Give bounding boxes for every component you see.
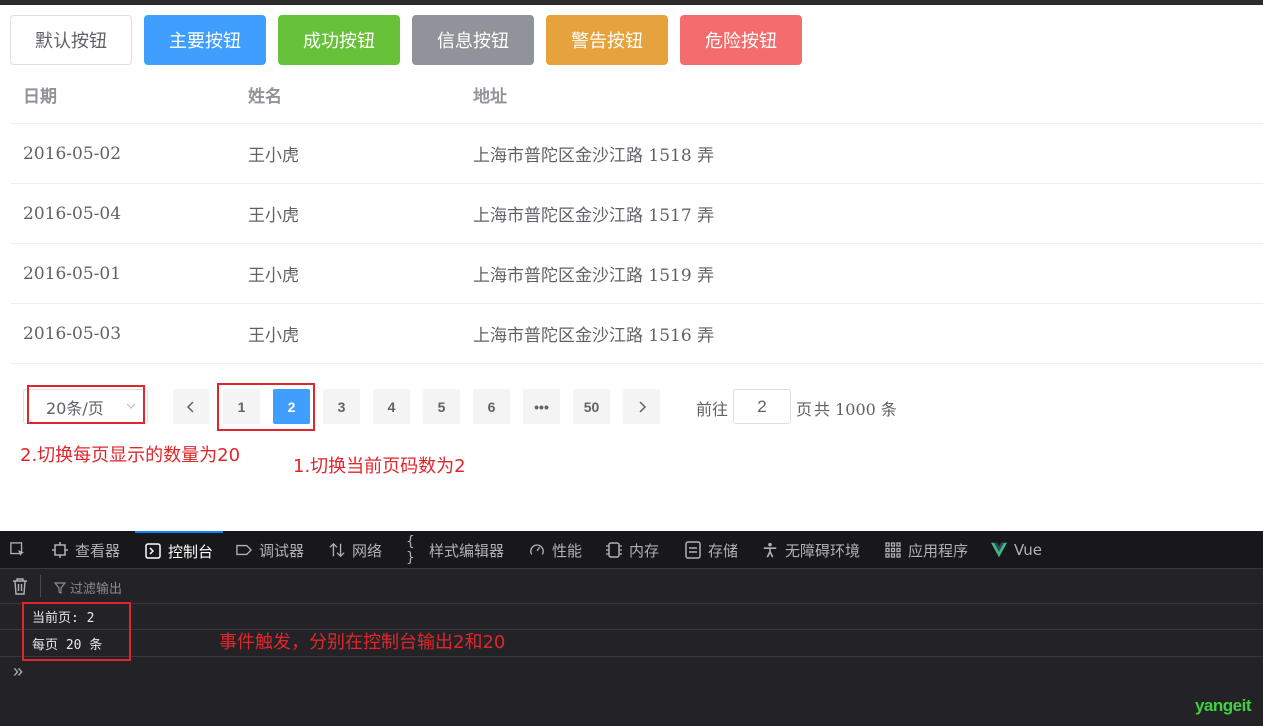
console-prompt[interactable]: » [13,661,23,682]
devtools-tabbar: 查看器 控制台 调试器 网络 { } 样式编辑器 性能 内存 存储 无障碍环境 … [0,531,1263,569]
filter-input[interactable]: 过滤输出 [53,578,123,597]
warning-button[interactable]: 警告按钮 [546,15,668,65]
annotation-box-current-page [217,383,315,431]
annotation-current-page: 1.切换当前页码数为2 [293,456,466,477]
page-number[interactable]: 3 [323,389,360,424]
tab-label: Vue [1014,541,1042,559]
header-address: 地址 [473,86,507,107]
table-row[interactable]: 2016-05-03 王小虎 上海市普陀区金沙江路 1516 弄 [10,304,1263,364]
gauge-icon [529,542,545,558]
console-icon [145,543,161,559]
network-icon [329,542,345,558]
cell-date: 2016-05-03 [23,323,122,344]
memory-icon [606,542,622,558]
tab-label: 无障碍环境 [785,541,861,560]
next-page-button[interactable] [623,389,660,424]
info-button[interactable]: 信息按钮 [412,15,534,65]
tab-label: 内存 [629,541,660,560]
accessibility-icon [762,542,778,558]
tab-accessibility[interactable]: 无障碍环境 [762,531,860,569]
tab-console[interactable]: 控制台 [135,531,224,569]
success-button[interactable]: 成功按钮 [278,15,400,65]
table-row[interactable]: 2016-05-04 王小虎 上海市普陀区金沙江路 1517 弄 [10,184,1263,244]
primary-button[interactable]: 主要按钮 [144,15,266,65]
devtools-panel: 查看器 控制台 调试器 网络 { } 样式编辑器 性能 内存 存储 无障碍环境 … [0,531,1263,726]
cell-address: 上海市普陀区金沙江路 1516 弄 [473,326,715,346]
table-header: 日期 姓名 地址 [10,65,1263,124]
trash-icon[interactable] [12,577,28,600]
tab-application[interactable]: 应用程序 [885,531,968,569]
tab-vue[interactable]: Vue [991,531,1042,569]
table-row[interactable]: 2016-05-01 王小虎 上海市普陀区金沙江路 1519 弄 [10,244,1263,304]
tab-label: 控制台 [168,542,214,561]
filter-placeholder: 过滤输出 [70,582,123,597]
filter-icon [53,582,67,594]
annotation-box-console [22,602,131,661]
tab-label: 查看器 [75,541,121,560]
tab-inspector[interactable]: 查看器 [52,531,120,569]
goto-page-input[interactable]: 2 [733,389,791,424]
vue-logo-icon [991,542,1007,558]
tab-label: 网络 [352,541,383,560]
element-picker-button[interactable] [10,531,26,569]
data-table: 日期 姓名 地址 2016-05-02 王小虎 上海市普陀区金沙江路 1518 … [10,65,1263,364]
table-row[interactable]: 2016-05-02 王小虎 上海市普陀区金沙江路 1518 弄 [10,124,1263,184]
header-name: 姓名 [248,86,282,107]
prev-page-button[interactable] [173,389,209,424]
chevron-right-icon [638,400,646,413]
tab-label: 存储 [708,541,739,560]
braces-icon: { } [406,534,415,566]
cell-name: 王小虎 [248,206,299,226]
danger-button[interactable]: 危险按钮 [680,15,802,65]
page-number[interactable]: 4 [373,389,410,424]
page-number[interactable]: 50 [573,389,610,424]
header-date: 日期 [23,86,57,107]
tab-label: 性能 [552,541,583,560]
tab-label: 调试器 [259,541,305,560]
cell-date: 2016-05-04 [23,203,122,224]
toolbar-divider [40,575,41,597]
debugger-icon [236,542,252,558]
annotation-page-size: 2.切换每页显示的数量为20 [20,445,241,466]
goto-label: 前往 [696,400,729,419]
cell-date: 2016-05-02 [23,143,122,164]
watermark-logo: yangeit [1194,696,1252,715]
cell-address: 上海市普陀区金沙江路 1519 弄 [473,266,715,286]
tab-style-editor[interactable]: { } 样式编辑器 [406,531,504,569]
page-suffix: 页 [796,400,813,419]
tab-memory[interactable]: 内存 [606,531,659,569]
more-pages-button[interactable]: ••• [523,389,560,424]
cell-name: 王小虎 [248,326,299,346]
chevron-left-icon [186,400,194,413]
console-toolbar: 过滤输出 [0,569,1263,604]
page-number[interactable]: 5 [423,389,460,424]
cell-address: 上海市普陀区金沙江路 1518 弄 [473,146,715,166]
cell-name: 王小虎 [248,146,299,166]
page-number[interactable]: 6 [473,389,510,424]
annotation-console: 事件触发，分别在控制台输出2和20 [219,632,506,653]
cell-date: 2016-05-01 [23,263,122,284]
tab-performance[interactable]: 性能 [529,531,582,569]
default-button[interactable]: 默认按钮 [10,15,132,65]
button-row: 默认按钮 主要按钮 成功按钮 信息按钮 警告按钮 危险按钮 [10,15,802,65]
tab-debugger[interactable]: 调试器 [236,531,304,569]
tab-network[interactable]: 网络 [329,531,382,569]
cell-name: 王小虎 [248,266,299,286]
inspector-icon [52,542,68,558]
console-message: 当前页: 2 [0,604,1263,630]
top-bar [0,0,1263,5]
grid-icon [885,542,901,558]
total-count: 共 1000 条 [814,400,897,419]
cell-address: 上海市普陀区金沙江路 1517 弄 [473,206,715,226]
console-message: 每页 20 条 [0,631,1263,657]
picker-icon [10,542,26,558]
tab-label: 应用程序 [908,541,969,560]
storage-icon [685,541,701,559]
tab-storage[interactable]: 存储 [685,531,738,569]
tab-label: 样式编辑器 [429,541,505,560]
annotation-box-page-size [27,385,145,424]
